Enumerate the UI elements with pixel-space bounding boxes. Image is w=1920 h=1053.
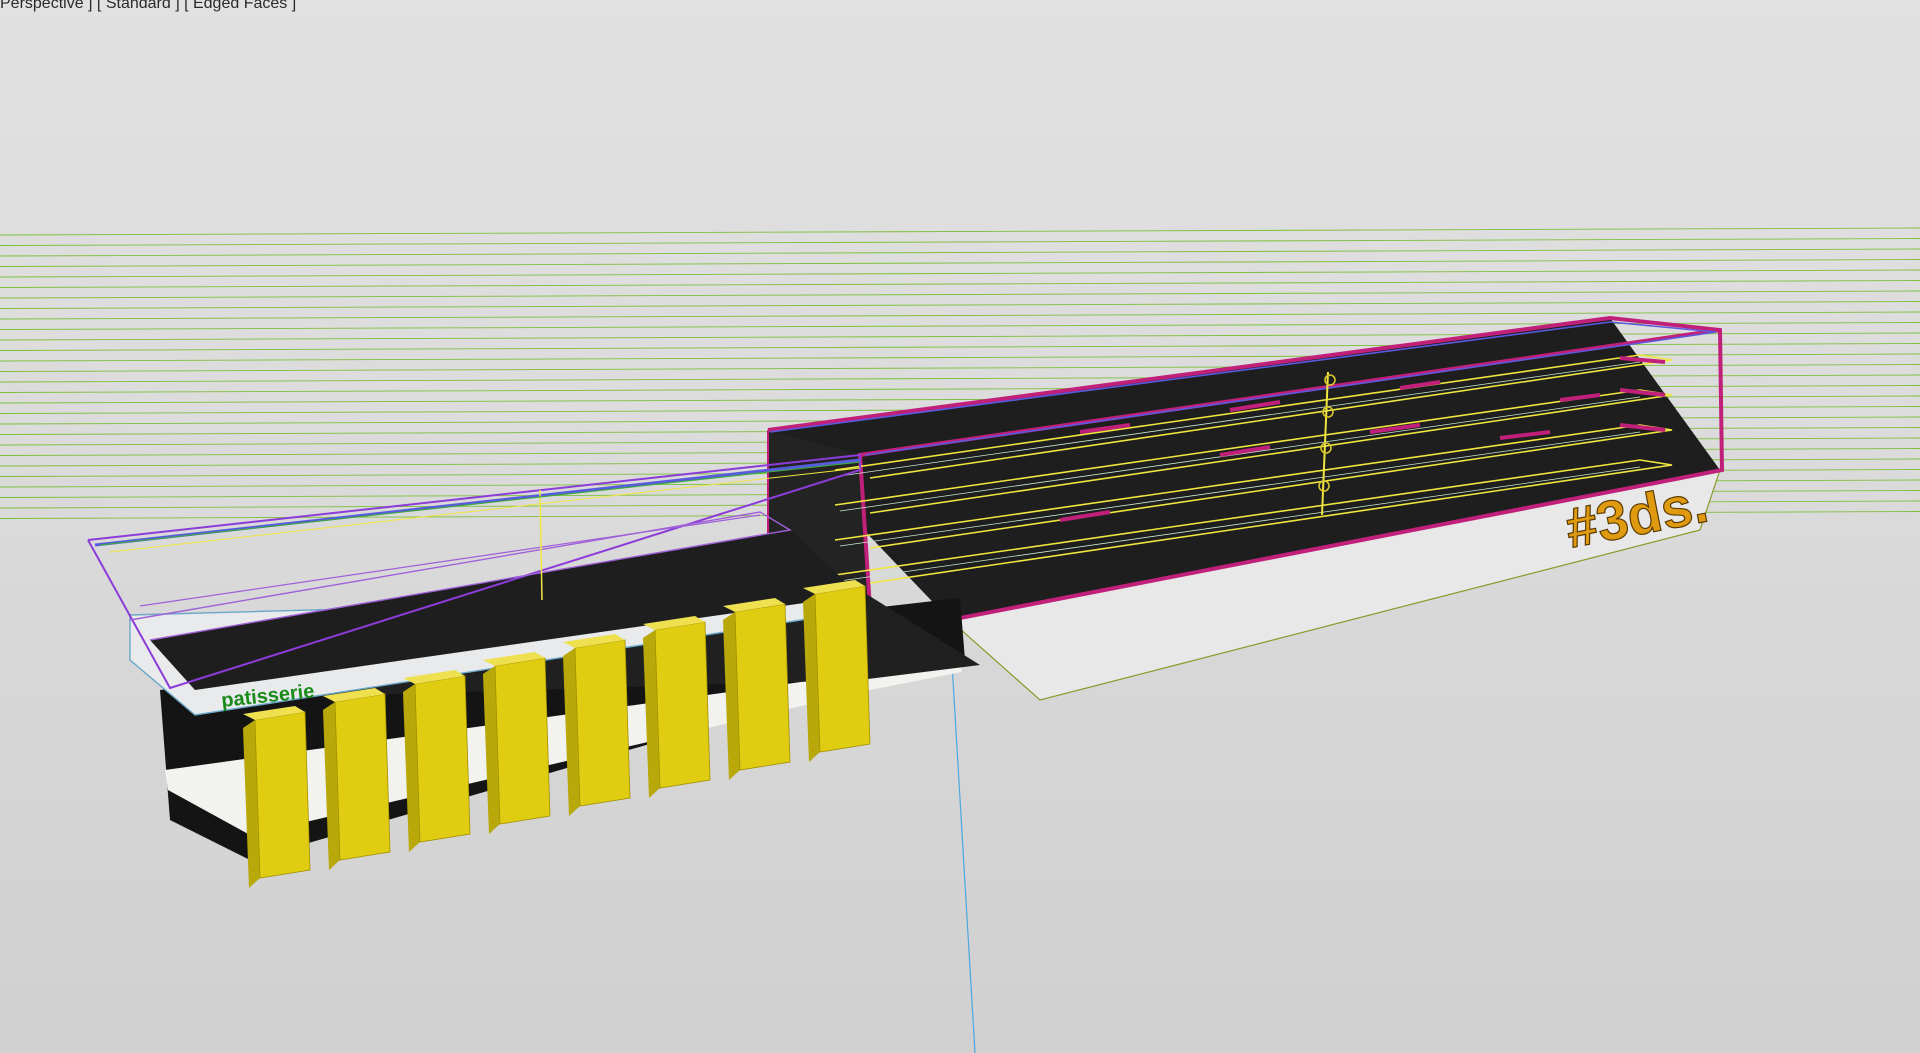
grid-line	[0, 301, 1920, 309]
grid-line	[0, 238, 1920, 246]
counter-leg	[403, 670, 471, 852]
grid-line	[0, 311, 1920, 320]
counter-leg	[643, 616, 711, 798]
counter-leg	[243, 706, 311, 888]
counter-leg	[803, 580, 871, 762]
counter-leg	[323, 688, 391, 870]
grid-line	[0, 280, 1920, 288]
counter-leg	[563, 634, 631, 816]
grid-line	[0, 227, 1920, 236]
grid-line	[0, 269, 1920, 278]
3d-viewport[interactable]: Perspective ] [ Standard ] [ Edged Faces…	[0, 0, 1920, 1053]
counter-leg	[483, 652, 551, 834]
grid-line	[0, 248, 1920, 257]
scene-canvas[interactable]: #3ds. patisserie	[0, 0, 1920, 1053]
counter-leg	[723, 598, 791, 780]
grid-line	[0, 332, 1920, 341]
viewport-label-menu[interactable]: Perspective ] [ Standard ] [ Edged Faces…	[0, 0, 296, 13]
grid-line	[0, 290, 1920, 299]
grid-line	[0, 259, 1920, 267]
